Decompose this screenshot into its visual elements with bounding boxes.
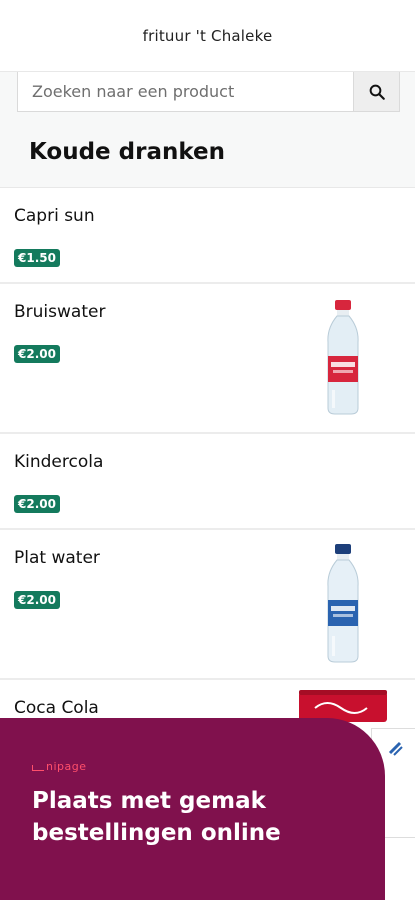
promo-banner[interactable]: nipage Plaats met gemak bestellingen onl…	[0, 718, 385, 900]
search-icon	[369, 84, 385, 100]
product-image	[283, 542, 403, 666]
product-item-plat-water[interactable]: Plat water €2.00	[0, 530, 415, 680]
search-button[interactable]	[353, 72, 399, 111]
price-badge: €2.00	[14, 591, 60, 609]
search-bar	[0, 72, 415, 116]
product-image	[283, 296, 403, 420]
product-item-kindercola[interactable]: Kindercola €2.00	[0, 434, 415, 530]
category-title: Koude dranken	[29, 138, 226, 165]
product-item-capri-sun[interactable]: Capri sun €1.50	[0, 188, 415, 284]
category-header: Koude dranken	[0, 116, 415, 188]
coca-cola-cans-image	[299, 690, 387, 722]
price-badge: €2.00	[14, 495, 60, 513]
still-water-bottle-image	[327, 544, 359, 663]
search-box	[17, 72, 400, 112]
price-badge: €1.50	[14, 249, 60, 267]
product-name: Capri sun	[14, 206, 95, 226]
logo-text: nipage	[46, 760, 87, 773]
app-header: frituur 't Chaleke	[0, 0, 415, 72]
sparkling-water-bottle-image	[327, 300, 359, 415]
logo-bracket-icon	[32, 765, 44, 771]
page-title: frituur 't Chaleke	[142, 26, 273, 45]
unipage-logo: nipage	[32, 760, 385, 773]
product-item-bruiswater[interactable]: Bruiswater €2.00	[0, 284, 415, 434]
search-input[interactable]	[18, 72, 353, 111]
banner-headline: Plaats met gemak bestellingen online	[32, 788, 281, 846]
product-name: Kindercola	[14, 452, 104, 472]
side-card-mark-icon	[388, 741, 403, 756]
price-badge: €2.00	[14, 345, 60, 363]
